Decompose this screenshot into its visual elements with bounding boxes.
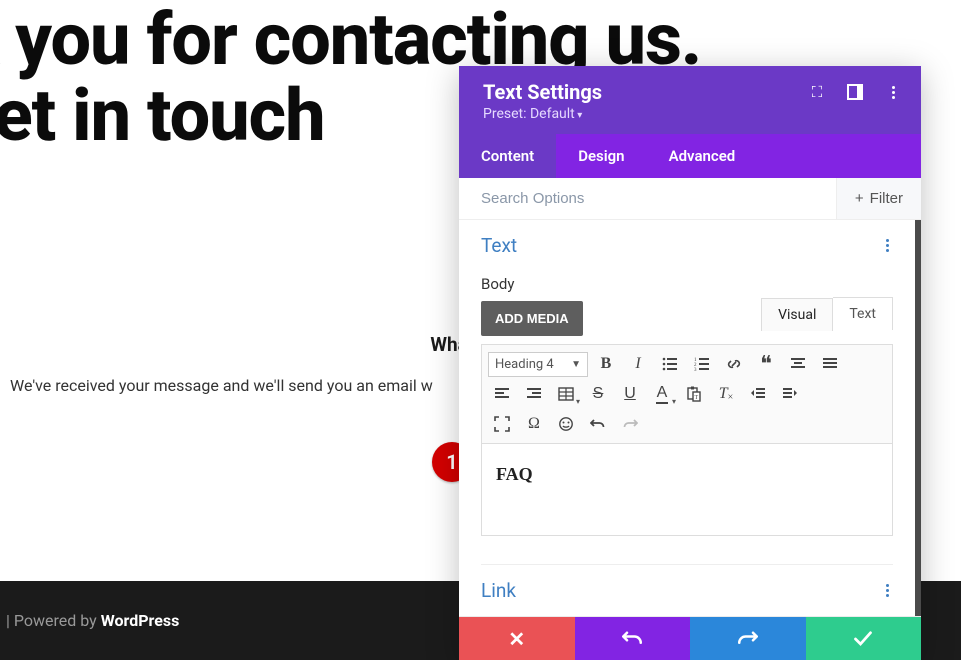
footer-brand: WordPress (101, 611, 180, 630)
chevron-down-icon: ▼ (571, 359, 581, 370)
special-char-button[interactable]: Ω (520, 411, 548, 437)
body-label: Body (481, 275, 893, 293)
close-icon: ✕ (508, 627, 525, 651)
editor-tab-text[interactable]: Text (833, 297, 893, 330)
indent-button[interactable] (776, 381, 804, 407)
fullscreen-button[interactable] (488, 411, 516, 437)
undo-button[interactable] (584, 411, 612, 437)
paste-button[interactable]: T (680, 381, 708, 407)
section-text-menu-icon[interactable] (882, 235, 893, 256)
panel-footer: ✕ (459, 616, 921, 660)
underline-button[interactable]: U (616, 381, 644, 407)
link-button[interactable] (720, 351, 748, 377)
strikethrough-button[interactable]: S (584, 381, 612, 407)
format-value: Heading 4 (495, 357, 554, 372)
filter-label: Filter (870, 190, 903, 207)
text-editor[interactable]: FAQ (481, 444, 893, 536)
align-left-button[interactable] (488, 381, 516, 407)
snap-icon[interactable] (847, 84, 863, 100)
quote-button[interactable]: ❝ (752, 351, 780, 377)
undo-changes-button[interactable] (575, 617, 691, 660)
panel-title: Text Settings (483, 80, 602, 104)
italic-button[interactable]: I (624, 351, 652, 377)
preset-dropdown[interactable]: Preset: Default (483, 106, 901, 122)
tab-content[interactable]: Content (459, 134, 556, 178)
section-text-title[interactable]: Text (481, 234, 517, 257)
undo-icon (622, 629, 642, 649)
add-media-button[interactable]: ADD MEDIA (481, 301, 583, 336)
svg-text:3: 3 (694, 368, 697, 372)
editor-tab-visual[interactable]: Visual (761, 298, 833, 331)
bold-button[interactable]: B (592, 351, 620, 377)
format-select[interactable]: Heading 4 ▼ (488, 352, 588, 377)
expand-icon[interactable] (809, 84, 825, 100)
search-input[interactable] (459, 178, 836, 219)
panel-header[interactable]: Text Settings Preset: Default (459, 66, 921, 134)
editor-toolbar: Heading 4 ▼ B I 123 ❝ S U A T T× (481, 344, 893, 444)
filter-button[interactable]: + Filter (836, 178, 921, 219)
redo-button[interactable] (616, 411, 644, 437)
align-center-button[interactable] (784, 351, 812, 377)
align-justify-button[interactable] (816, 351, 844, 377)
redo-changes-button[interactable] (690, 617, 806, 660)
clear-formatting-button[interactable]: T× (712, 381, 740, 407)
tab-design[interactable]: Design (556, 134, 646, 178)
footer-prefix: | Powered by (6, 611, 97, 630)
numbered-list-button[interactable]: 123 (688, 351, 716, 377)
textcolor-button[interactable]: A (648, 381, 676, 407)
table-button[interactable] (552, 381, 580, 407)
align-right-button[interactable] (520, 381, 548, 407)
text-settings-panel: Text Settings Preset: Default Content De… (459, 66, 921, 660)
save-button[interactable] (806, 617, 922, 660)
redo-icon (738, 629, 758, 649)
bullet-list-button[interactable] (656, 351, 684, 377)
panel-menu-icon[interactable] (885, 84, 901, 100)
tab-advanced[interactable]: Advanced (647, 134, 758, 178)
check-icon (853, 629, 873, 649)
svg-text:T: T (695, 395, 699, 401)
section-link-title[interactable]: Link (481, 579, 516, 602)
emoji-button[interactable] (552, 411, 580, 437)
plus-icon: + (855, 190, 864, 207)
outdent-button[interactable] (744, 381, 772, 407)
panel-tabs: Content Design Advanced (459, 134, 921, 178)
section-link-menu-icon[interactable] (882, 580, 893, 601)
cancel-button[interactable]: ✕ (459, 617, 575, 660)
hero-line-2: we'll get in touch (0, 73, 325, 158)
